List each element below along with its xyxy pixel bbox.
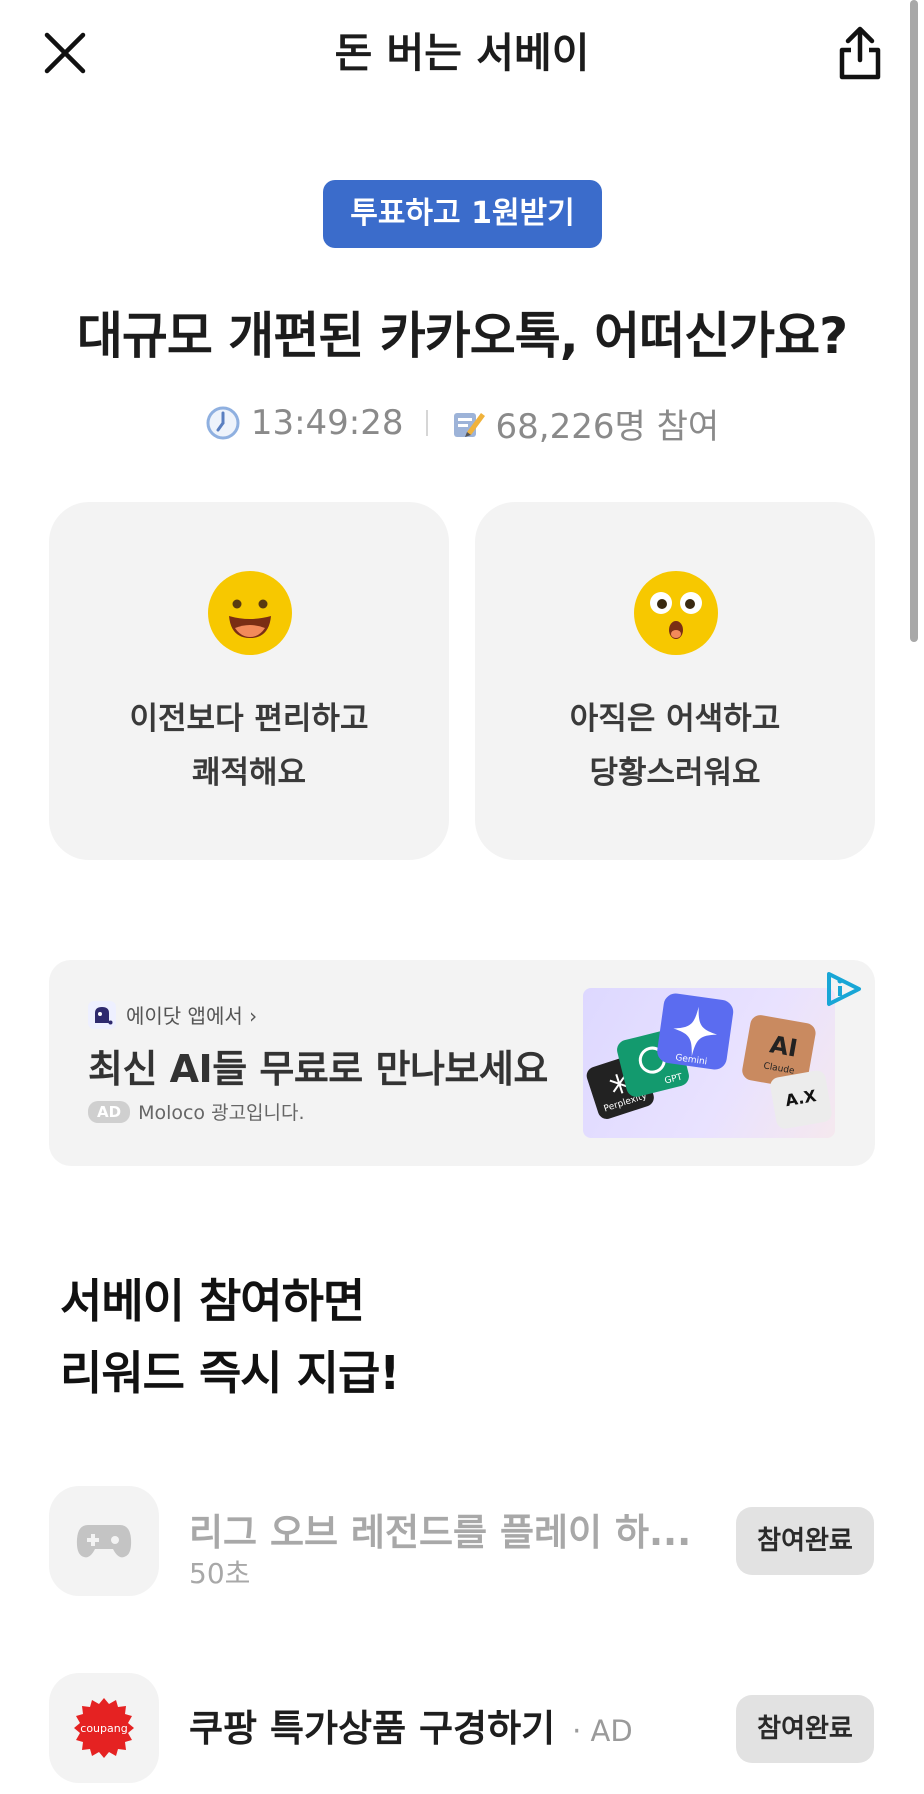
page-title: 돈 버는 서베이: [334, 29, 590, 77]
surprised-face-icon: [634, 571, 718, 655]
mission-icon-game: [49, 1486, 159, 1596]
participant-count: 68,226명 참여: [495, 406, 720, 447]
ad-thumbnail: Perplexity GPT AI Claude A.X Gemini: [583, 988, 835, 1138]
vote-reward-badge: 투표하고 1원받기: [323, 180, 602, 248]
ad-suffix: · AD: [572, 1714, 633, 1748]
mission-icon-coupang: coupang: [49, 1673, 159, 1783]
survey-question: 대규모 개편된 카카오톡, 어떠신가요?: [76, 307, 848, 365]
time-left: 13:49:28: [250, 403, 404, 443]
mission-title-text: 쿠팡 특가상품 구경하기: [189, 1707, 556, 1750]
vote-option-label: 이전보다 편리하고 쾌적해요: [129, 701, 369, 791]
ad-chip: AD: [88, 1100, 131, 1123]
vote-option-label: 아직은 어색하고 당황스러워요: [569, 701, 781, 791]
mission-duration: 50초: [189, 1557, 251, 1590]
ad-info-icon[interactable]: [825, 970, 863, 1008]
share-button[interactable]: [820, 14, 900, 94]
coupang-logo-icon: coupang: [74, 1698, 134, 1758]
reward-section-heading: 서베이 참여하면 리워드 즉시 지급!: [60, 1274, 400, 1400]
ad-headline: 최신 AI들 무료로 만나보세요: [88, 1047, 548, 1091]
ad-note: AD Moloco 광고입니다.: [88, 1098, 305, 1125]
clock-icon: [205, 405, 241, 441]
ad-banner[interactable]: 에이닷 앱에서 › 최신 AI들 무료로 만나보세요 AD Moloco 광고입…: [49, 960, 875, 1166]
adot-logo-icon: [88, 1000, 116, 1029]
meta-divider: [425, 410, 428, 436]
mission-title[interactable]: 리그 오브 레전드를 플레이 하...: [189, 1502, 691, 1556]
memo-pencil-icon: [450, 405, 486, 441]
ad-source-label: 에이닷 앱에서 ›: [126, 1004, 258, 1028]
mission-done-button[interactable]: 참여완료: [736, 1695, 874, 1763]
smiling-face-icon: [208, 571, 292, 655]
vote-option-awkward[interactable]: 아직은 어색하고 당황스러워요: [475, 502, 875, 860]
gamepad-icon: [76, 1525, 132, 1558]
survey-meta: 13:49:28 68,226명 참여: [0, 398, 924, 448]
mission-done-button[interactable]: 참여완료: [736, 1507, 874, 1575]
mission-title[interactable]: 쿠팡 특가상품 구경하기 · AD: [189, 1698, 633, 1752]
ad-disclaimer: Moloco 광고입니다.: [138, 1102, 305, 1124]
ad-source[interactable]: 에이닷 앱에서 ›: [88, 1000, 257, 1029]
vote-option-convenient[interactable]: 이전보다 편리하고 쾌적해요: [49, 502, 449, 860]
coupang-logo-text: coupang: [80, 1722, 127, 1735]
share-icon: [839, 26, 881, 80]
thumb-ai-mark: AI: [768, 1030, 800, 1062]
